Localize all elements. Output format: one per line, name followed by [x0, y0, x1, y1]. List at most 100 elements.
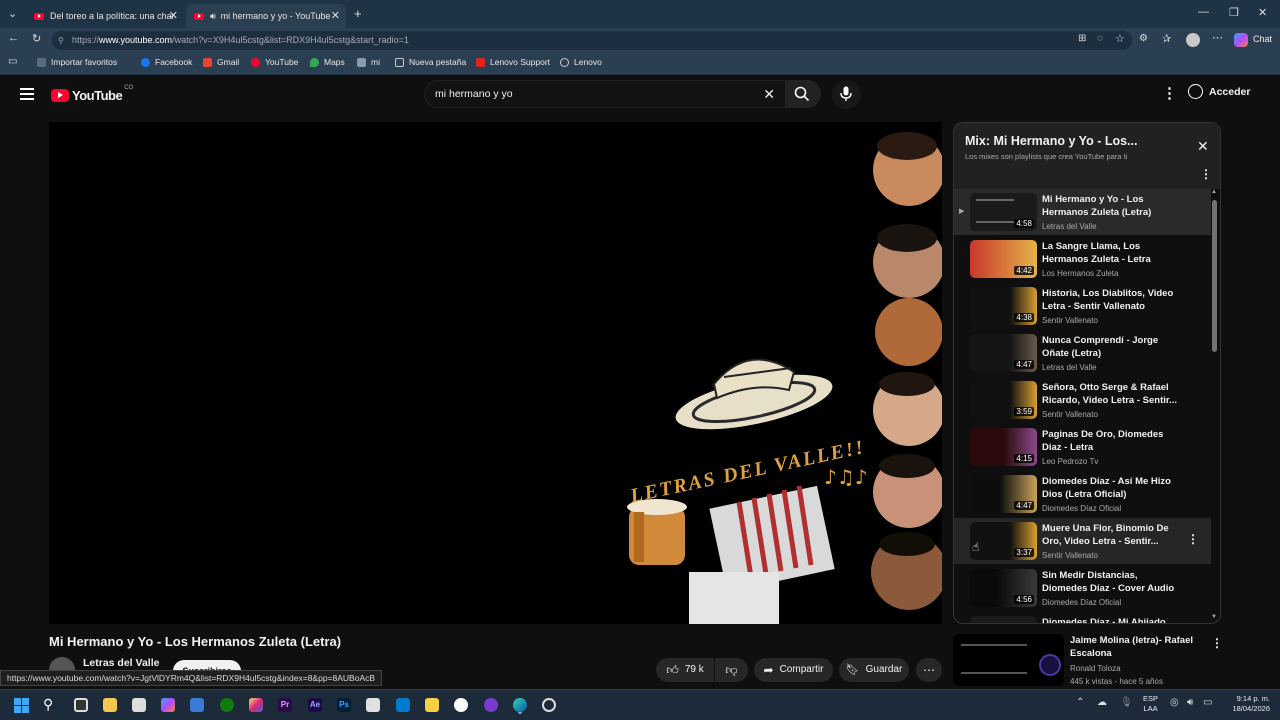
folder-icon — [357, 57, 366, 67]
vscode-icon[interactable] — [396, 698, 410, 712]
thumbnail: 3:59 — [970, 381, 1037, 419]
playlist-item[interactable]: Diomedes Díaz - Mi Ahijado — [954, 612, 1211, 623]
playlist-item[interactable]: 3:37 Muere Una Flor, Binomio De Oro, Vid… — [954, 518, 1211, 564]
playlist-item[interactable]: ▶ 4:58 Mi Hermano y Yo - Los Hermanos Zu… — [954, 189, 1211, 235]
instagram-icon[interactable] — [249, 698, 263, 712]
windows-start-icon[interactable] — [14, 698, 29, 713]
copilot-icon[interactable] — [1234, 33, 1248, 47]
signin-button[interactable]: Acceder — [1188, 84, 1250, 99]
edge-icon[interactable] — [513, 698, 527, 712]
share-button[interactable]: ➦ Compartir — [754, 658, 833, 682]
playlist-menu-icon[interactable]: ⋮ — [1200, 167, 1212, 181]
chrome-icon[interactable] — [542, 698, 556, 712]
search-taskbar-icon[interactable]: ⚲ — [43, 696, 53, 713]
file-explorer-icon[interactable] — [103, 698, 117, 712]
dislike-button[interactable]: 👎︎ — [715, 658, 748, 682]
item-channel: Sentir Vallenato — [1042, 410, 1098, 419]
bookmark-mi[interactable]: mi — [357, 57, 380, 67]
tray-chevron-icon[interactable]: ⌃ — [1076, 697, 1084, 708]
new-tab-icon[interactable]: + — [354, 6, 362, 21]
video-player[interactable]: LETRAS DEL VALLE!! ♪♫♪ — [49, 122, 942, 624]
bookmark-lenovo-support[interactable]: Lenovo Support — [476, 57, 550, 67]
playlist-item[interactable]: 3:59 Señora, Otto Serge & Rafael Ricardo… — [954, 377, 1211, 423]
playlist-item[interactable]: 4:15 Paginas De Oro, Diomedes Diaz - Let… — [954, 424, 1211, 470]
clear-search-icon[interactable]: ✕ — [763, 81, 775, 108]
profile-avatar[interactable] — [1186, 33, 1200, 47]
menu-icon[interactable] — [20, 88, 34, 100]
favorite-star-icon[interactable]: ☆ — [1115, 32, 1125, 45]
mic-tray-icon[interactable]: 🎙︎ — [1120, 697, 1133, 708]
windows-taskbar: ⚲ Pr Ae Ps ⌃ ☁ 🎙︎ ESP LAA ◎ 🔊︎ ▭ 9:14 p.… — [0, 689, 1280, 720]
bookmark-lenovo[interactable]: Lenovo — [560, 57, 602, 67]
close-tab-icon[interactable]: ✕ — [169, 9, 178, 22]
obs-icon[interactable] — [484, 698, 498, 712]
task-view-icon[interactable] — [74, 698, 88, 712]
tab-toreo[interactable]: Del toreo a la política: una charla : ✕ — [26, 4, 184, 28]
search-button[interactable] — [785, 80, 821, 108]
github-icon[interactable] — [454, 698, 468, 712]
url-field[interactable]: ⚲ https://www.youtube.com/watch?v=X9H4ul… — [52, 31, 1132, 50]
playlist-item[interactable]: 4:56 Sin Medir Distancias, Diomedes Díaz… — [954, 565, 1211, 611]
site-info-icon[interactable]: ⚲ — [58, 31, 64, 50]
photoshop-icon[interactable]: Ps — [337, 698, 351, 712]
bookmark-import[interactable]: Importar favoritos — [37, 57, 117, 67]
playlist-item[interactable]: 4:38 Historia, Los Diablitos, Video Letr… — [954, 283, 1211, 329]
playlist-item[interactable]: 4:42 La Sangre Llama, Los Hermanos Zulet… — [954, 236, 1211, 282]
app-available-icon[interactable]: ⊞ — [1078, 33, 1086, 44]
favorites-icon[interactable]: ✰ — [1162, 32, 1171, 45]
clock[interactable]: 9:14 p. m. 18/04/2026 — [1222, 694, 1270, 714]
playlist-item[interactable]: 4:47 Diomedes Díaz - Así Me Hizo Dios (L… — [954, 471, 1211, 517]
snipping-icon[interactable] — [366, 698, 380, 712]
sidebar-toggle-icon[interactable]: ▭ — [8, 56, 17, 67]
playlist-subtitle: Los mixes son playlists que crea YouTube… — [965, 152, 1128, 161]
item-menu-icon[interactable]: ⋮ — [1187, 532, 1199, 546]
recommended-video[interactable]: Jaime Molina (letra)- Rafael Escalona Ro… — [953, 634, 1223, 686]
bookmark-facebook[interactable]: Facebook — [141, 57, 192, 67]
volume-icon[interactable]: 🔊︎ — [1187, 697, 1193, 708]
youtube-logo[interactable]: YouTube CO — [51, 85, 133, 105]
after-effects-icon[interactable]: Ae — [308, 698, 322, 712]
channel-name[interactable]: Letras del Valle — [83, 657, 159, 669]
voice-search-button[interactable] — [832, 80, 861, 109]
playlist-scrollbar[interactable] — [1212, 200, 1217, 352]
premiere-icon[interactable]: Pr — [278, 698, 292, 712]
xbox-icon[interactable] — [220, 698, 234, 712]
refresh-icon[interactable]: ↻ — [32, 32, 41, 45]
thumbnail: 4:58 — [970, 193, 1037, 231]
extensions-icon[interactable]: ⚙ — [1139, 33, 1148, 44]
close-tab-icon[interactable]: ✕ — [331, 9, 340, 22]
tab-mi-hermano[interactable]: 🔊︎ mi hermano y yo - YouTube ✕ — [186, 4, 346, 28]
like-button[interactable]: 👍︎ 79 k — [656, 658, 714, 682]
scroll-down-icon[interactable]: ▼ — [1211, 614, 1217, 620]
store-icon[interactable] — [132, 698, 146, 712]
playlist-title[interactable]: Mix: Mi Hermano y Yo - Los... — [965, 134, 1137, 148]
close-playlist-icon[interactable]: ✕ — [1197, 138, 1209, 155]
notes-icon[interactable] — [425, 698, 439, 712]
copilot-taskbar-icon[interactable] — [161, 698, 175, 712]
language-indicator[interactable]: ESP LAA — [1143, 694, 1158, 714]
more-icon[interactable]: ⋯ — [1212, 31, 1223, 44]
minimize-icon[interactable]: — — [1198, 6, 1209, 18]
wifi-icon[interactable]: ◎ — [1170, 697, 1179, 708]
bookmark-gmail[interactable]: Gmail — [203, 57, 239, 67]
tab-list-icon[interactable]: ⌄ — [8, 7, 17, 20]
back-icon[interactable]: ← — [8, 32, 19, 44]
close-window-icon[interactable]: ✕ — [1258, 6, 1267, 19]
tab-title: mi hermano y yo - YouTube — [220, 11, 331, 21]
tracking-icon[interactable]: ◌ — [1097, 33, 1103, 44]
app-icon[interactable] — [190, 698, 204, 712]
rec-menu-icon[interactable]: ⋮ — [1211, 636, 1223, 650]
restore-icon[interactable]: ❐ — [1229, 6, 1239, 19]
bookmark-new-tab[interactable]: Nueva pestaña — [395, 57, 466, 67]
scroll-up-icon[interactable]: ▲ — [1211, 189, 1217, 195]
chat-label[interactable]: Chat — [1253, 34, 1272, 44]
bookmark-youtube[interactable]: YouTube — [251, 57, 298, 67]
save-button[interactable]: 🔖︎ Guardar — [839, 658, 909, 682]
bookmark-maps[interactable]: Maps — [310, 57, 345, 67]
more-actions-button[interactable]: ⋯ — [916, 658, 942, 682]
onedrive-icon[interactable]: ☁ — [1097, 697, 1107, 708]
battery-icon[interactable]: ▭ — [1203, 697, 1212, 708]
settings-more-icon[interactable]: ⋮ — [1162, 84, 1177, 102]
playlist-item[interactable]: 4:47 Nunca Comprendí - Jorge Oñate (Letr… — [954, 330, 1211, 376]
search-input[interactable]: mi hermano y yo ✕ — [424, 80, 786, 108]
